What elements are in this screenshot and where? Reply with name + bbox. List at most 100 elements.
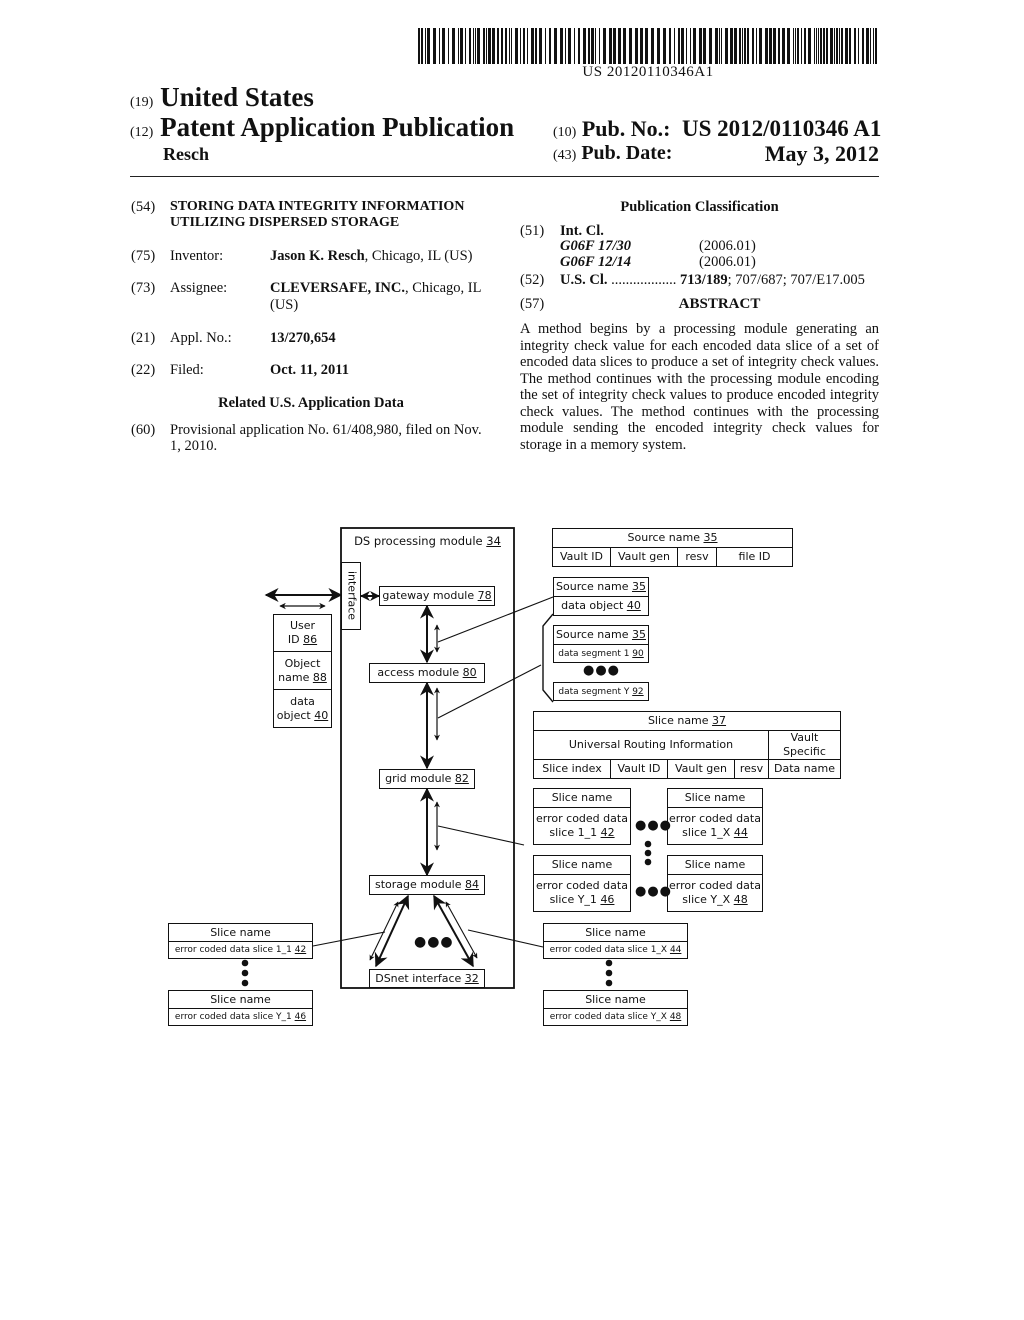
barcode-bar [797, 28, 799, 64]
barcode-bar [715, 28, 718, 64]
object-name-l1: Object [284, 656, 321, 670]
barcode-bar [421, 28, 423, 64]
barcode-bar [845, 28, 848, 64]
uscl-secondary: ; 707/687; 707/E17.005 [727, 272, 865, 288]
abstract-code: (57) [520, 296, 545, 312]
intcl-class-2: G06F 12/14 [560, 254, 632, 270]
source-name-title-text: Source name [627, 531, 704, 544]
barcode-bar [742, 28, 743, 64]
barcode-bar [826, 28, 828, 64]
segment-title: Source name [556, 628, 632, 641]
slice-grid-ellipsis-bottom: ●●● [635, 884, 673, 899]
stored-right-body: error coded data slice Y_X [549, 1012, 670, 1022]
barcode-bar [734, 28, 737, 64]
source-name-title: Source name 35 [552, 528, 793, 548]
inventor-location: , Chicago, IL (US) [364, 248, 473, 264]
barcode-bar [635, 28, 638, 64]
dsnet-ellipsis: ●●● [414, 934, 454, 950]
slice-field: Vault gen [667, 759, 735, 779]
barcode-bar [769, 28, 772, 64]
barcode-bar [875, 28, 877, 64]
source-field: Vault gen [610, 547, 678, 567]
pub-date-code: (43) [553, 148, 577, 163]
barcode-bar [427, 28, 430, 64]
pub-number-line: (10) Pub. No.: US 2012/0110346 A1 [553, 116, 881, 142]
grid-ref: 82 [454, 772, 469, 785]
dsnet-ref: 32 [464, 971, 479, 985]
barcode-bar [568, 28, 571, 64]
barcode-bar [839, 28, 840, 64]
barcode-bar [560, 28, 563, 64]
barcode-bar [578, 28, 580, 64]
barcode-bar [439, 28, 440, 64]
slice-grid-name: Slice name [667, 788, 763, 808]
barcode-bar [793, 28, 794, 64]
barcode-bar [595, 28, 596, 64]
barcode-bar [778, 28, 780, 64]
barcode-bar [574, 28, 575, 64]
header-divider [130, 176, 879, 177]
assignee-label: Assignee: [170, 280, 228, 296]
slice-field: Slice index [533, 759, 611, 779]
slice-grid-body-l2: slice 1_1 [549, 826, 601, 839]
data-segment-y: data segment Y 92 [553, 682, 649, 701]
title-code: (54) [131, 199, 156, 215]
storage-dsnet-arrow-left-a [374, 894, 410, 968]
country-name: United States [160, 82, 314, 112]
barcode-bar [739, 28, 741, 64]
barcode-bar [640, 28, 643, 64]
barcode-bar [841, 28, 843, 64]
barcode-bar [465, 28, 466, 64]
dsnet-interface: DSnet interface 32 [369, 969, 485, 988]
barcode-bar [475, 28, 476, 64]
barcode-bar [511, 28, 512, 64]
barcode-bar [674, 28, 675, 64]
barcode-bar [492, 28, 495, 64]
stored-right-name: Slice name [543, 923, 688, 942]
slice-grid-ref: 42 [600, 826, 615, 839]
slice-name-title: Slice name 37 [533, 711, 841, 731]
pub-no-label: Pub. No.: [581, 116, 671, 141]
provisional-line-1: Provisional application No. 61/408,980, … [170, 422, 482, 438]
barcode-bar [629, 28, 632, 64]
barcode-bar [820, 28, 822, 64]
inventor-name: Jason K. Resch [270, 248, 365, 264]
assignee-location: , Chicago, IL [404, 280, 482, 296]
barcode-bar [678, 28, 680, 64]
barcode-bar [469, 28, 471, 64]
slice-grid-ellipsis-top: ●●● [635, 818, 673, 833]
slice-field: resv [734, 759, 769, 779]
barcode-bar [709, 28, 712, 64]
barcode-bar [759, 28, 762, 64]
barcode-bar [730, 28, 733, 64]
barcode-bar [448, 28, 449, 64]
provisional-code: (60) [131, 422, 156, 438]
pub-no-value: US 2012/0110346 A1 [681, 116, 882, 141]
dsnet-label: DSnet interface [375, 971, 465, 985]
data-object-field: data object 40 [273, 689, 332, 728]
abstract-heading: ABSTRACT [678, 296, 761, 312]
barcode-bar [690, 28, 691, 64]
barcode-bar [669, 28, 671, 64]
grid-label: grid module [385, 772, 455, 785]
abstract-text: A method begins by a processing module g… [520, 321, 879, 453]
barcode-bar [663, 28, 666, 64]
ds-module-ref: 34 [486, 534, 501, 548]
slice-grid-body-l1: error coded data [669, 879, 761, 892]
assignee-name: CLEVERSAFE, INC. [270, 280, 405, 296]
barcode-bar [515, 28, 518, 64]
type-code: (12) [130, 125, 154, 140]
stored-right-ref: 44 [669, 945, 682, 955]
barcode-bar [488, 28, 491, 64]
barcode-bar [836, 28, 838, 64]
barcode-bar [418, 28, 420, 64]
access-label: access module [377, 666, 463, 679]
stored-left-body: error coded data slice Y_1 [174, 1012, 295, 1022]
barcode-bar [773, 28, 776, 64]
barcode-bar [460, 28, 463, 64]
barcode-bar [818, 28, 819, 64]
barcode-bar [477, 28, 480, 64]
slice-grid-ref: 44 [733, 826, 748, 839]
slice-grid-ref: 46 [600, 893, 615, 906]
barcode-bar [433, 28, 436, 64]
